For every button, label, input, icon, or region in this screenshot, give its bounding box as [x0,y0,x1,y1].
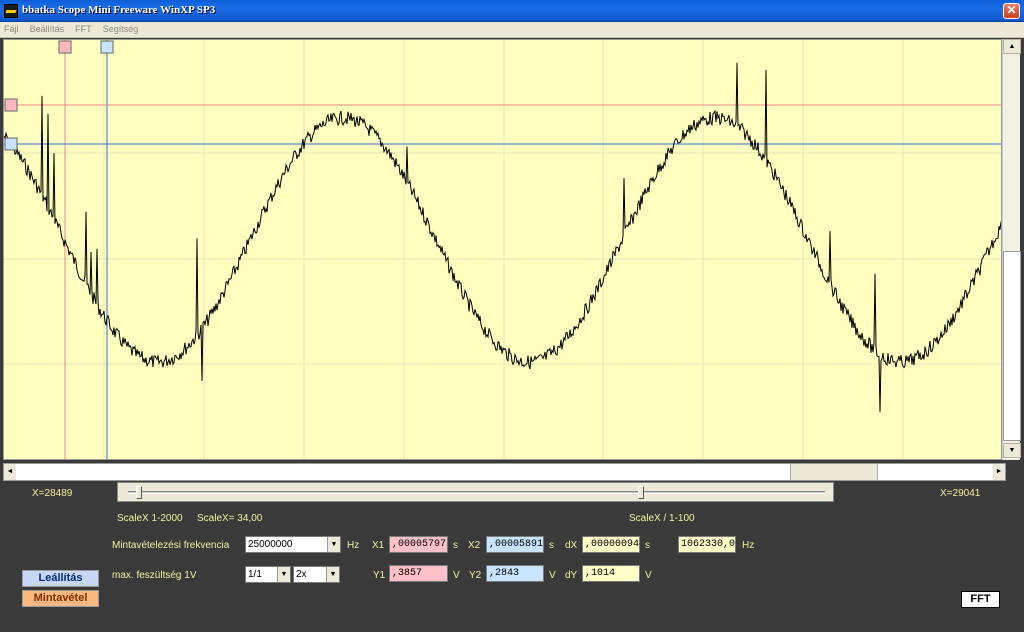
dx-unit: s [645,540,650,551]
max-voltage-label: max. feszültség 1V [112,570,197,581]
dy-unit: V [645,570,652,581]
scalex-slider-knob[interactable] [136,486,142,499]
vertical-scroll-thumb[interactable] [1003,251,1021,441]
scalex-range-label: ScaleX 1-2000 [117,513,183,524]
x2-unit: s [549,540,554,551]
title-bar: bbatka Scope Mini Freeware WinXP SP3 ✕ [0,0,1024,22]
frequency-unit: Hz [347,540,360,551]
scalex-value-label: ScaleX= 34,00 [197,513,263,524]
y2-unit: V [549,570,556,581]
close-button[interactable]: ✕ [1003,3,1020,19]
frequency-select[interactable]: 25000000 ▼ [245,536,341,553]
chevron-down-icon[interactable]: ▼ [327,537,340,552]
chevron-down-icon[interactable]: ▼ [277,567,290,582]
menu-fft[interactable]: FFT [71,22,96,34]
y2-label: Y2 [469,570,482,581]
ratio-select[interactable]: 1/1 ▼ [245,566,291,583]
y1-unit: V [453,570,460,581]
scroll-up-button[interactable]: ▲ [1003,39,1021,54]
scalex-div-slider-knob[interactable] [638,486,644,499]
cursor-x2-handle [100,40,114,54]
scroll-left-button[interactable]: ◄ [4,464,16,480]
x2-label: X2 [468,540,481,551]
frequency-result-field[interactable]: 1062330,00 [678,536,736,553]
x1-unit: s [453,540,458,551]
x-left-label: X=28489 [32,488,73,499]
gain-value: 2x [296,569,307,580]
vertical-scrollbar[interactable]: ▲ ▼ [1002,39,1021,460]
chevron-down-icon[interactable]: ▼ [326,567,339,582]
menu-file[interactable]: Fájl [0,22,23,34]
y2-field[interactable]: ,2843 [486,565,544,582]
x2-field[interactable]: ,00005891 [486,536,544,553]
scope-canvas[interactable] [4,40,1002,460]
ratio-value: 1/1 [248,569,262,580]
scalex-slider[interactable] [117,482,834,502]
cursor-y1-handle [4,98,18,112]
horizontal-scrollbar[interactable]: ◄ ► [3,463,1006,481]
stop-button[interactable]: Leállítás [22,570,99,587]
app-icon [4,4,18,18]
frequency-label: Mintavételezési frekvencia [112,540,230,551]
cursor-x1-handle [58,40,72,54]
menu-help[interactable]: Segítség [99,22,143,34]
dx-label: dX [565,540,578,551]
x-right-label: X=29041 [940,488,981,499]
signal-trace [4,62,1001,413]
cursor-y2-handle [4,137,18,151]
scope-display[interactable] [3,39,1002,460]
menu-settings[interactable]: Beállítás [26,22,69,34]
dy-label: dY [565,570,578,581]
fft-button[interactable]: FFT [961,591,1000,608]
x1-field[interactable]: ,00005797 [389,536,448,553]
frequency-result-unit: Hz [742,540,755,551]
y1-field[interactable]: ,3857 [389,565,448,582]
slider-groove [128,491,825,494]
sample-button[interactable]: Mintavétel [22,590,99,607]
x1-label: X1 [372,540,385,551]
scroll-right-button[interactable]: ► [993,464,1005,480]
scalex-div-label: ScaleX / 1-100 [629,513,695,524]
y1-label: Y1 [373,570,386,581]
window-title: bbatka Scope Mini Freeware WinXP SP3 [22,4,216,16]
horizontal-scroll-track[interactable] [790,464,878,480]
dx-field[interactable]: ,00000094 [582,536,640,553]
dy-field[interactable]: ,1014 [582,565,640,582]
frequency-value: 25000000 [248,539,293,550]
gain-select[interactable]: 2x ▼ [293,566,340,583]
scroll-down-button[interactable]: ▼ [1003,443,1021,458]
menu-bar: Fájl Beállítás FFT Segítség [0,22,1024,38]
